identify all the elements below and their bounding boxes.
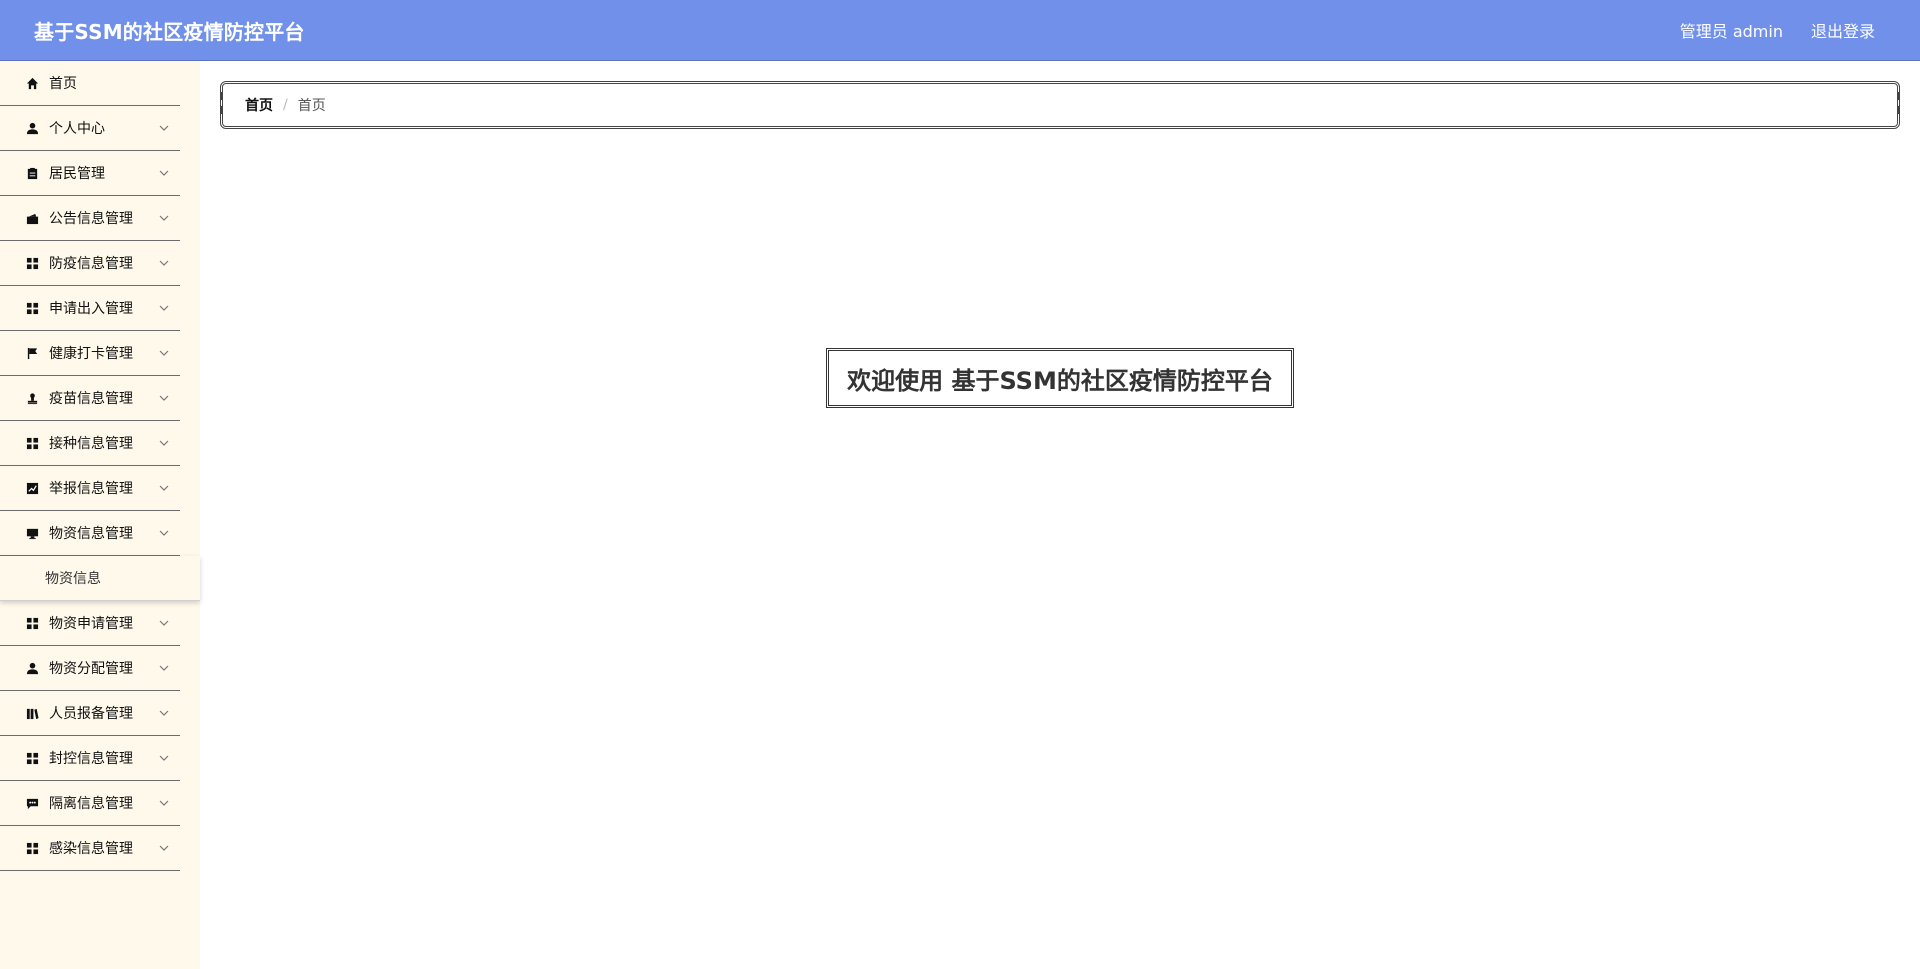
- sidebar-item-supply-requests[interactable]: 物资申请管理: [0, 601, 180, 646]
- sidebar-item-label: 物资分配管理: [49, 661, 133, 677]
- submenu-item-supply-info[interactable]: 物资信息: [0, 556, 200, 601]
- chevron-down-icon: [158, 302, 170, 314]
- sidebar-item-label: 申请出入管理: [49, 301, 133, 317]
- grid-icon: [25, 841, 39, 855]
- sidebar-item-supply-allocation[interactable]: 物资分配管理: [0, 646, 180, 691]
- chevron-down-icon: [158, 212, 170, 224]
- chevron-down-icon: [158, 257, 170, 269]
- user-icon: [25, 121, 39, 135]
- grid-icon: [25, 616, 39, 630]
- chevron-down-icon: [158, 707, 170, 719]
- sidebar-item-supplies[interactable]: 物资信息管理: [0, 511, 180, 556]
- sidebar-item-label: 封控信息管理: [49, 751, 133, 767]
- sidebar-item-personnel-reports[interactable]: 人员报备管理: [0, 691, 180, 736]
- chevron-down-icon: [158, 662, 170, 674]
- chevron-down-icon: [158, 797, 170, 809]
- sidebar-item-announcements[interactable]: 公告信息管理: [0, 196, 180, 241]
- breadcrumb-separator: /: [283, 97, 288, 113]
- chevron-down-icon: [158, 482, 170, 494]
- grid-icon: [25, 751, 39, 765]
- top-header: 基于SSM的社区疫情防控平台 管理员 admin 退出登录: [0, 0, 1920, 61]
- chevron-down-icon: [158, 527, 170, 539]
- sidebar-item-infections[interactable]: 感染信息管理: [0, 826, 180, 871]
- sidebar-item-label: 首页: [49, 76, 77, 92]
- clipboard-icon: [25, 166, 39, 180]
- sidebar-item-home[interactable]: 首页: [0, 61, 180, 106]
- sidebar-item-label: 物资信息管理: [49, 526, 133, 542]
- books-icon: [25, 706, 39, 720]
- sidebar-item-label: 疫苗信息管理: [49, 391, 133, 407]
- chevron-down-icon: [158, 392, 170, 404]
- chevron-down-icon: [158, 617, 170, 629]
- current-user-label: 管理员 admin: [1679, 22, 1783, 41]
- sidebar-item-label: 防疫信息管理: [49, 256, 133, 272]
- sidebar-item-label: 接种信息管理: [49, 436, 133, 452]
- grid-icon: [25, 436, 39, 450]
- sidebar-item-prevention[interactable]: 防疫信息管理: [0, 241, 180, 286]
- grid-icon: [25, 301, 39, 315]
- chevron-down-icon: [158, 437, 170, 449]
- breadcrumb-current: 首页: [297, 98, 326, 114]
- sidebar-item-label: 居民管理: [49, 166, 105, 182]
- sidebar-item-label: 人员报备管理: [49, 706, 133, 722]
- chevron-down-icon: [158, 842, 170, 854]
- sidebar-item-access-requests[interactable]: 申请出入管理: [0, 286, 180, 331]
- app-title: 基于SSM的社区疫情防控平台: [34, 19, 305, 44]
- wallet-icon: [25, 211, 39, 225]
- chevron-down-icon: [158, 347, 170, 359]
- sidebar-item-label: 物资申请管理: [49, 616, 133, 632]
- welcome-banner: 欢迎使用 基于SSM的社区疫情防控平台: [826, 348, 1294, 408]
- sidebar-item-label: 公告信息管理: [49, 211, 133, 227]
- chevron-down-icon: [158, 122, 170, 134]
- sidebar-item-label: 感染信息管理: [49, 841, 133, 857]
- chevron-down-icon: [158, 752, 170, 764]
- grid-icon: [25, 256, 39, 270]
- sidebar-item-label: 隔离信息管理: [49, 796, 133, 812]
- breadcrumb-home-link[interactable]: 首页: [245, 95, 273, 115]
- header-actions: 管理员 admin 退出登录: [1680, 18, 1875, 42]
- chevron-down-icon: [158, 167, 170, 179]
- flag-icon: [25, 346, 39, 360]
- home-icon: [25, 76, 39, 90]
- sidebar-item-quarantine[interactable]: 隔离信息管理: [0, 781, 180, 826]
- sidebar: 首页 个人中心 居民管理 公告信息管理 防疫信息管理 申请出入管理 健康打卡管理…: [0, 61, 200, 969]
- submenu-item-label: 物资信息: [45, 571, 101, 587]
- sidebar-item-vaccines[interactable]: 疫苗信息管理: [0, 376, 180, 421]
- breadcrumb: 首页 / 首页: [220, 81, 1900, 129]
- sidebar-item-health-checkin[interactable]: 健康打卡管理: [0, 331, 180, 376]
- chart-icon: [25, 481, 39, 495]
- sidebar-item-label: 个人中心: [49, 121, 105, 137]
- sidebar-item-reports[interactable]: 举报信息管理: [0, 466, 180, 511]
- sidebar-item-lockdown[interactable]: 封控信息管理: [0, 736, 180, 781]
- sidebar-item-vaccinations[interactable]: 接种信息管理: [0, 421, 180, 466]
- message-icon: [25, 796, 39, 810]
- sidebar-item-label: 健康打卡管理: [49, 346, 133, 362]
- stamp-icon: [25, 391, 39, 405]
- user-icon: [25, 661, 39, 675]
- welcome-text: 欢迎使用 基于SSM的社区疫情防控平台: [847, 366, 1273, 395]
- monitor-icon: [25, 526, 39, 540]
- logout-button[interactable]: 退出登录: [1811, 18, 1875, 42]
- sidebar-item-label: 举报信息管理: [49, 481, 133, 497]
- sidebar-item-residents[interactable]: 居民管理: [0, 151, 180, 196]
- sidebar-item-personal-center[interactable]: 个人中心: [0, 106, 180, 151]
